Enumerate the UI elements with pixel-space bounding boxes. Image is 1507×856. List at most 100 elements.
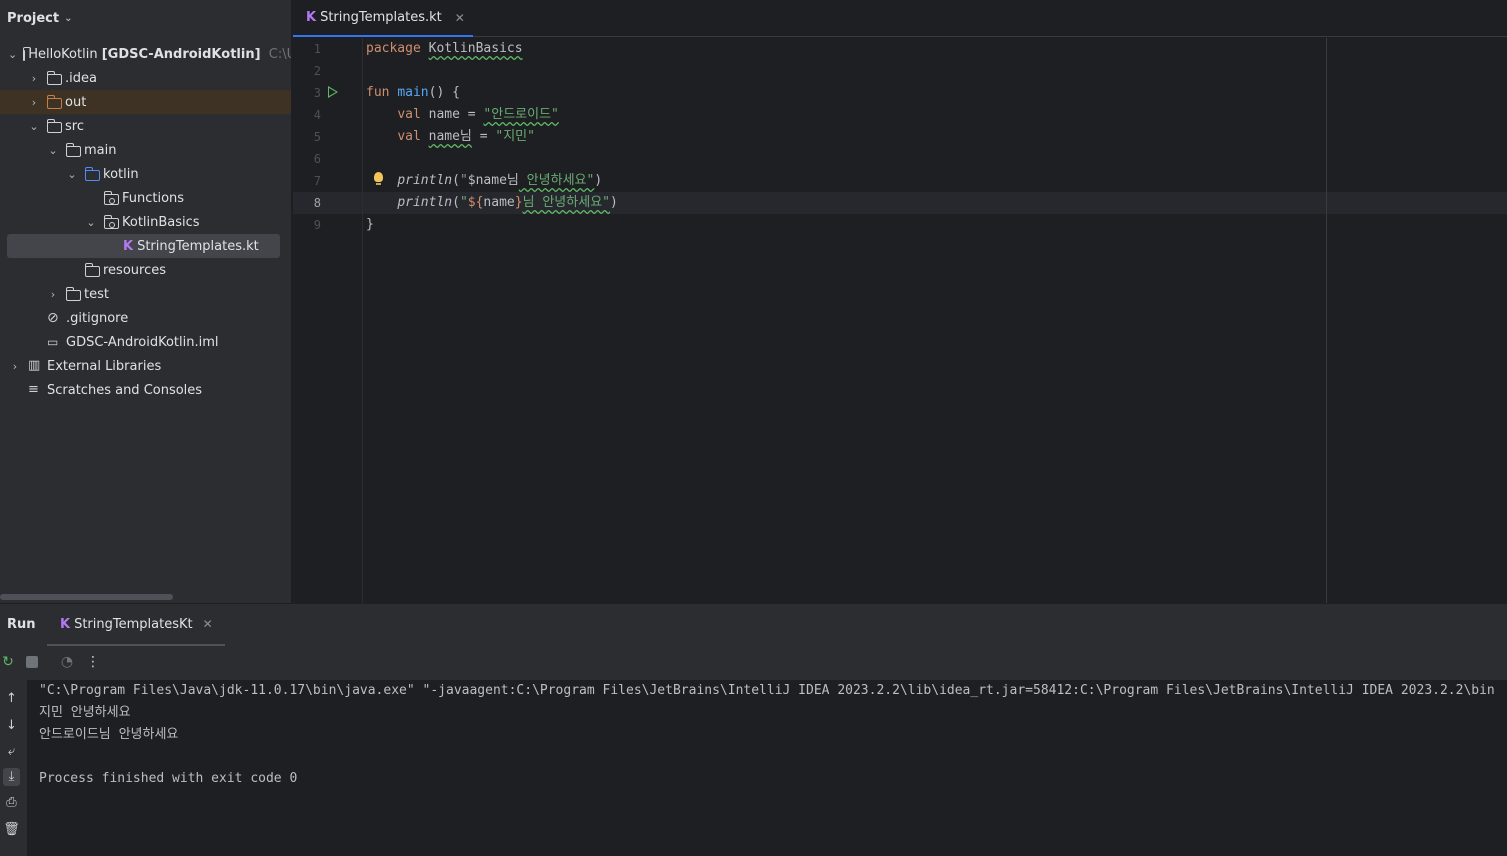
- module-file-icon: ▭: [47, 335, 59, 349]
- tree-item-src[interactable]: ⌄ src: [0, 114, 291, 138]
- console-line: 안드로이드님 안녕하세요: [39, 727, 179, 742]
- line-number: 3: [313, 86, 321, 100]
- tree-item-gitignore[interactable]: ⊘ .gitignore: [0, 306, 291, 330]
- tree-item-scratches[interactable]: ≡ Scratches and Consoles: [0, 378, 291, 402]
- line-number: 1: [313, 42, 321, 56]
- tree-item-label: StringTemplates.kt: [137, 238, 259, 254]
- run-gutter-icon[interactable]: [328, 86, 338, 98]
- tree-item-label: .gitignore: [66, 310, 129, 326]
- tree-item-out[interactable]: › out: [0, 90, 291, 114]
- chevron-right-icon[interactable]: ›: [27, 96, 41, 109]
- code-token: 안녕하세요": [518, 173, 595, 188]
- line-number: 7: [313, 174, 321, 188]
- code-token: val: [397, 107, 421, 122]
- folder-icon: [66, 286, 81, 301]
- code-line-7[interactable]: println("$name님 안녕하세요"): [366, 170, 602, 192]
- code-token: }: [514, 195, 523, 210]
- horizontal-scrollbar[interactable]: [0, 594, 173, 600]
- resources-folder-icon: [85, 262, 100, 277]
- chevron-down-icon[interactable]: ⌄: [46, 144, 60, 157]
- stop-icon[interactable]: [26, 656, 38, 668]
- project-view-selector[interactable]: Project ⌄: [0, 0, 291, 36]
- code-token: ": [459, 173, 468, 188]
- code-token: package: [366, 41, 421, 56]
- chevron-right-icon[interactable]: ›: [46, 288, 60, 301]
- tree-item-label: GDSC-AndroidKotlin.iml: [66, 334, 219, 350]
- tree-item-label: HelloKotlin: [28, 46, 98, 62]
- project-panel: Project ⌄ ⌄ HelloKotlin [GDSC-AndroidKot…: [0, 0, 292, 603]
- code-line-1[interactable]: package KotlinBasics: [366, 38, 523, 60]
- console-line: Process finished with exit code 0: [39, 771, 298, 786]
- code-line-5[interactable]: val name님 = "지민": [366, 126, 535, 148]
- code-token: =: [459, 107, 484, 122]
- code-token: val: [397, 129, 421, 144]
- code-line-3[interactable]: fun main() {: [366, 82, 460, 104]
- tree-item-resources[interactable]: resources: [0, 258, 291, 282]
- editor-area: K StringTemplates.kt ✕ 1 2 3 4 5 6 7 8 9…: [293, 0, 1507, 603]
- chevron-down-icon[interactable]: ⌄: [8, 48, 17, 61]
- chevron-down-icon[interactable]: ⌄: [65, 168, 79, 181]
- tree-item-external-libraries[interactable]: › ▥ External Libraries: [0, 354, 291, 378]
- line-number: 2: [313, 64, 321, 78]
- module-folder-icon: [23, 46, 32, 61]
- kotlin-file-icon: K: [123, 238, 134, 254]
- run-tab-label: StringTemplatesKt: [74, 616, 193, 632]
- print-icon[interactable]: ⎙: [3, 794, 20, 812]
- project-title: Project: [7, 10, 60, 26]
- rerun-icon[interactable]: ↻: [0, 654, 16, 670]
- console-side-toolbar: ↑ ↓ ⤶ ⤓ ⎙ 🗑: [0, 680, 27, 856]
- tree-item-label: KotlinBasics: [122, 214, 200, 230]
- more-options-icon[interactable]: ⋮: [85, 654, 101, 670]
- tree-item-path: C:\Us: [268, 46, 291, 62]
- run-tool-window: Run K StringTemplatesKt ✕ ↻ ◔ ⋮ ↑ ↓ ⤶ ⤓ …: [0, 603, 1507, 856]
- dump-threads-icon[interactable]: ◔: [59, 654, 75, 670]
- right-margin-guide: [1326, 38, 1327, 603]
- code-token: ): [609, 195, 618, 210]
- arrow-down-icon[interactable]: ↓: [3, 717, 20, 735]
- tree-item-iml[interactable]: ▭ GDSC-AndroidKotlin.iml: [0, 330, 291, 354]
- chevron-down-icon[interactable]: ⌄: [84, 216, 98, 229]
- chevron-right-icon[interactable]: ›: [8, 360, 22, 373]
- code-line-4[interactable]: val name = "안드로이드": [366, 104, 559, 126]
- tree-item-stringtemplates[interactable]: K StringTemplates.kt: [7, 234, 280, 258]
- soft-wrap-icon[interactable]: ⤶: [3, 743, 20, 761]
- tree-item-label: src: [65, 118, 84, 134]
- line-number: 5: [313, 130, 321, 144]
- kotlin-file-icon: K: [60, 616, 71, 632]
- tree-item-label: main: [84, 142, 117, 158]
- editor-tab-stringtemplates[interactable]: K StringTemplates.kt ✕: [293, 0, 473, 37]
- tree-item-main[interactable]: ⌄ main: [0, 138, 291, 162]
- ignore-file-icon: ⊘: [47, 310, 59, 326]
- code-line-8[interactable]: println("${name}님 안녕하세요"): [366, 192, 618, 214]
- tree-item-kotlin[interactable]: ⌄ kotlin: [0, 162, 291, 186]
- scroll-to-end-icon[interactable]: ⤓: [3, 768, 20, 786]
- library-icon: ▥: [28, 358, 41, 373]
- folder-icon: [47, 70, 62, 85]
- run-tab-stringtemplateskt[interactable]: K StringTemplatesKt ✕: [47, 604, 225, 646]
- arrow-up-icon[interactable]: ↑: [3, 690, 20, 708]
- chevron-right-icon[interactable]: ›: [27, 72, 41, 85]
- tree-item-kotlinbasics[interactable]: ⌄ KotlinBasics: [0, 210, 291, 234]
- tree-item-idea[interactable]: › .idea: [0, 66, 291, 90]
- line-number: 9: [313, 218, 321, 232]
- chevron-down-icon[interactable]: ⌄: [27, 120, 41, 133]
- code-token: "안드로이드": [483, 107, 559, 122]
- folder-icon: [47, 118, 62, 133]
- tree-item-functions[interactable]: Functions: [0, 186, 291, 210]
- excluded-folder-icon: [47, 94, 62, 109]
- code-token: ${: [467, 195, 484, 210]
- close-icon[interactable]: ✕: [455, 11, 465, 25]
- console-output[interactable]: "C:\Program Files\Java\jdk-11.0.17\bin\j…: [27, 680, 1507, 856]
- trash-icon[interactable]: 🗑: [3, 821, 20, 839]
- tree-item-hellokotlin[interactable]: ⌄ HelloKotlin [GDSC-AndroidKotlin] C:\Us: [0, 42, 291, 66]
- code-line-9[interactable]: }: [366, 214, 374, 236]
- tree-item-label: Functions: [122, 190, 185, 206]
- line-number: 8: [313, 196, 321, 210]
- package-icon: [104, 214, 119, 229]
- code-token: ): [594, 173, 603, 188]
- code-token: "지민": [495, 129, 535, 144]
- close-icon[interactable]: ✕: [203, 617, 213, 631]
- run-toolbar: ↻ ◔ ⋮: [0, 646, 1507, 680]
- tree-item-test[interactable]: › test: [0, 282, 291, 306]
- code-token: main: [397, 85, 429, 100]
